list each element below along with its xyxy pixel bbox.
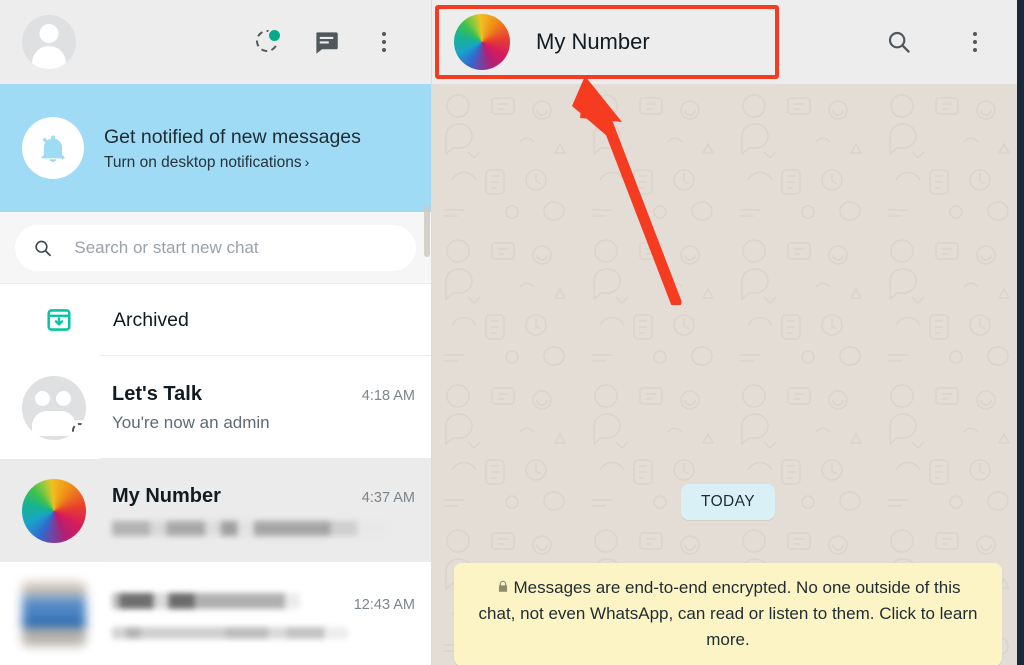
sidebar-item-archived[interactable]: Archived: [0, 284, 431, 356]
color-wheel-avatar: [22, 478, 86, 543]
conversation-header-actions: [884, 27, 990, 57]
list-item-my-number[interactable]: My Number 4:37 AM: [0, 459, 431, 562]
chat-preview: You're now an admin: [112, 412, 270, 432]
sidebar-scrollbar[interactable]: [424, 205, 430, 257]
disappearing-messages-timer-icon: [69, 419, 86, 440]
chat-list[interactable]: Archived Let's Talk 4:18 AM You're now a…: [0, 284, 431, 665]
chevron-right-icon: ›: [304, 154, 310, 171]
new-chat-icon[interactable]: [311, 27, 341, 57]
status-ring-icon[interactable]: [253, 27, 283, 57]
search-input[interactable]: [72, 236, 398, 259]
banner-action-label: Turn on desktop notifications: [104, 154, 302, 172]
list-item-content: My Number 4:37 AM: [112, 485, 415, 536]
encryption-notice[interactable]: Messages are end-to-end encrypted. No on…: [454, 563, 1002, 665]
photo-avatar: [22, 581, 86, 646]
color-wheel-avatar[interactable]: [454, 14, 510, 70]
chat-list-sidebar: Get notified of new messages Turn on des…: [0, 0, 432, 665]
encryption-notice-container: Messages are end-to-end encrypted. No on…: [432, 563, 1024, 665]
sidebar-header-actions: [253, 27, 413, 57]
person-avatar-icon[interactable]: [22, 15, 76, 69]
search-icon[interactable]: [884, 27, 914, 57]
list-item[interactable]: Let's Talk 4:18 AM You're now an admin: [0, 356, 431, 459]
date-divider: TODAY: [681, 484, 775, 520]
chat-preview-blurred: [112, 626, 349, 639]
archived-label: Archived: [113, 308, 189, 331]
chat-name: Let's Talk: [112, 382, 202, 405]
archive-box-icon: [42, 303, 76, 337]
chat-timestamp: 4:18 AM: [361, 387, 415, 404]
date-divider-container: TODAY: [432, 484, 1024, 520]
chat-name-blurred: [112, 592, 300, 609]
conversation-header: My Number: [432, 0, 1024, 84]
search-box[interactable]: [15, 224, 416, 271]
chat-timestamp: 4:37 AM: [361, 490, 415, 506]
overflow-menu-icon[interactable]: [369, 27, 399, 57]
desktop-notification-banner[interactable]: Get notified of new messages Turn on des…: [0, 84, 431, 212]
bell-off-icon: [22, 117, 84, 179]
chat-name: My Number: [112, 485, 221, 507]
sidebar-header: [0, 0, 431, 84]
overflow-menu-icon[interactable]: [960, 27, 990, 57]
contact-name[interactable]: My Number: [536, 29, 650, 55]
chat-timestamp: 12:43 AM: [353, 596, 415, 613]
message-area: TODAY Messages are end-to-end encrypted.…: [432, 84, 1024, 665]
list-item[interactable]: 12:43 AM: [0, 562, 431, 665]
banner-text: Get notified of new messages Turn on des…: [104, 124, 361, 173]
banner-action[interactable]: Turn on desktop notifications ›: [104, 154, 361, 172]
lock-icon: [498, 580, 507, 592]
group-avatar-icon: [22, 375, 86, 440]
chat-preview-blurred: [112, 521, 385, 536]
encryption-notice-text: Messages are end-to-end encrypted. No on…: [478, 578, 978, 649]
search-bar-container: [0, 212, 431, 284]
list-item-content: Let's Talk 4:18 AM You're now an admin: [112, 383, 415, 433]
list-item-content: 12:43 AM: [112, 589, 415, 639]
conversation-pane: My Number TODAY Messages are end-to-end …: [432, 0, 1024, 665]
search-icon: [35, 240, 51, 256]
banner-title: Get notified of new messages: [104, 125, 361, 148]
window-edge: [1017, 0, 1024, 665]
whatsapp-web-window: Get notified of new messages Turn on des…: [0, 0, 1024, 665]
